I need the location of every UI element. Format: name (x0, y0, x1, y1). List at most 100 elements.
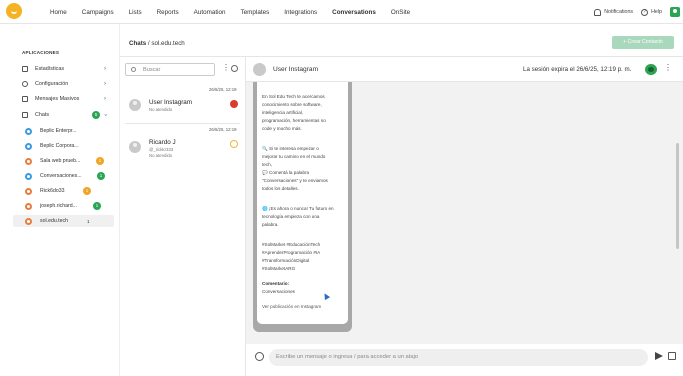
breadcrumb-section[interactable]: Chats (129, 40, 146, 47)
help-icon: ? (641, 8, 649, 16)
nav-integrations[interactable]: Integrations (284, 9, 317, 16)
channel-label: Conversaciones... (40, 173, 82, 179)
message-line: 🌐 ¡Es ahora o nunca! Tu futuro en (262, 206, 334, 211)
nav-onsite[interactable]: OnSite (391, 9, 410, 16)
message-line: 🔍 Si te interesa empezar o (262, 146, 319, 151)
create-contact-button[interactable]: + Crear Contacto (612, 36, 674, 49)
breadcrumb: Chats / sol.edu.tech (129, 40, 185, 47)
nav-lists[interactable]: Lists (129, 9, 142, 16)
instagram-icon (25, 157, 32, 165)
chevron-right-icon: › (104, 66, 106, 72)
clock-icon[interactable] (231, 65, 238, 72)
message-bubble: En Sol Edu Tech te acercamos conocimient… (257, 82, 348, 324)
chat-channel-item-selected[interactable]: sol.edu.tech 1 (13, 215, 114, 227)
chat-channel-item[interactable]: Rick6do33 1 (13, 185, 114, 197)
user-avatar[interactable] (670, 7, 680, 17)
channel-label: Rick6do33 (40, 188, 65, 194)
message-icon (22, 96, 28, 102)
message-line: tech, (262, 162, 272, 167)
message-line: #TransformaciónDigital (262, 258, 310, 263)
chat-header: User Instagram La sesión expira el 26/6/… (246, 57, 683, 82)
status-indicator-icon (230, 100, 238, 108)
sidebar-item-chats[interactable]: Chats 5 › (0, 108, 120, 122)
session-expiry: La sesión expira el 26/6/25, 12:19 p. m. (523, 66, 632, 73)
conversation-list-panel: Buscar ⋮ 26/6/25, 12:19 User Instagram N… (120, 57, 246, 376)
chat-channel-item[interactable]: Beplic Corpora... (13, 140, 114, 152)
more-options-icon[interactable]: ⋮ (222, 64, 230, 72)
notifications-link[interactable]: Notifications (594, 8, 634, 16)
breadcrumb-page: sol.edu.tech (151, 40, 185, 47)
send-icon[interactable] (655, 352, 663, 360)
chats-count-badge: 5 (92, 111, 100, 119)
nav-campaigns[interactable]: Campaigns (82, 9, 114, 16)
conversation-name: User Instagram (149, 99, 193, 106)
message-line: #AprenderProgramación #IA (262, 250, 321, 255)
chevron-down-icon: › (102, 114, 108, 116)
top-right-actions: Notifications ? Help (594, 0, 683, 24)
message-line: todos los detalles. (262, 186, 299, 191)
unread-count-badge: 1 (96, 157, 104, 165)
message-line: En Sol Edu Tech te acercamos (262, 94, 325, 99)
channel-label: Sala web prueb... (40, 158, 81, 164)
chat-channel-item[interactable]: Beplic Enterpr... (13, 125, 114, 137)
conversation-name: Ricardo J (149, 139, 176, 146)
search-input[interactable]: Buscar (125, 63, 215, 76)
bell-icon (594, 8, 602, 16)
message-line: conocimiento sobre software, (262, 102, 322, 107)
channel-icon (25, 142, 32, 150)
nav-home[interactable]: Home (50, 9, 67, 16)
chevron-right-icon: › (104, 81, 106, 87)
message-bubble-frame: En Sol Edu Tech te acercamos conocimient… (253, 82, 352, 332)
nav-conversations[interactable]: Conversations (332, 9, 376, 16)
channel-label: sol.edu.tech (40, 218, 68, 224)
instagram-icon (25, 202, 32, 210)
sidebar-item-label: Chats (35, 112, 50, 118)
channel-label: Beplic Corpora... (40, 143, 79, 149)
nav-templates[interactable]: Templates (241, 9, 270, 16)
sidebar-item-mensajes-masivos[interactable]: Mensajes Masivos › (0, 92, 120, 106)
nav-automation[interactable]: Automation (194, 9, 226, 16)
gear-icon (22, 81, 28, 87)
sidebar-item-estadisticas[interactable]: Estadísticas › (0, 62, 120, 76)
more-options-icon[interactable]: ⋮ (664, 64, 672, 72)
instagram-icon (25, 217, 32, 225)
message-line: mejorar tu camino en el mundo (262, 154, 326, 159)
help-link[interactable]: ? Help (641, 8, 662, 16)
conversation-item[interactable]: 26/6/25, 12:19 User Instagram No atendid… (120, 84, 245, 124)
brand-logo[interactable] (6, 3, 22, 19)
unread-count: 1 (87, 218, 90, 224)
emoji-icon[interactable] (255, 352, 264, 361)
avatar (129, 141, 141, 153)
comment-label: Comentario: (262, 281, 290, 286)
top-navbar: Home Campaigns Lists Reports Automation … (0, 0, 683, 24)
message-line: code y mucho más. (262, 126, 302, 131)
chat-scrollbar[interactable] (676, 143, 679, 249)
notifications-label: Notifications (604, 9, 634, 15)
chat-channel-item[interactable]: joseph.richard... 1 (13, 200, 114, 212)
avatar (129, 99, 141, 111)
help-label: Help (651, 9, 662, 15)
message-input-placeholder: Escribe un mensaje o ingresa / para acce… (276, 354, 419, 360)
message-line: tecnología empieza con una (262, 214, 320, 219)
search-placeholder: Buscar (143, 67, 161, 73)
sidebar-item-configuracion[interactable]: Configuración › (0, 77, 120, 91)
chat-channel-item[interactable]: Conversaciones... 1 (13, 170, 114, 182)
attachment-icon[interactable] (668, 352, 676, 360)
chat-channel-item[interactable]: Sala web prueb... 1 (13, 155, 114, 167)
main-nav: Home Campaigns Lists Reports Automation … (50, 0, 425, 24)
conversation-status-text: No atendido (149, 153, 173, 158)
message-line: #SolMarketARG (262, 266, 296, 271)
message-input[interactable]: Escribe un mensaje o ingresa / para acce… (269, 349, 648, 366)
chevron-right-icon: › (104, 96, 106, 102)
view-post-link[interactable]: Ver publicación en Instagram (262, 304, 321, 309)
chat-icon (22, 112, 28, 118)
nav-reports[interactable]: Reports (157, 9, 179, 16)
bot-toggle-icon[interactable] (645, 64, 657, 75)
message-line: inteligencia artificial, (262, 110, 304, 115)
message-line: palabra. (262, 222, 279, 227)
unread-count-badge: 1 (97, 172, 105, 180)
conversation-item[interactable]: 26/6/25, 12:19 Ricardo J @_rickkr333 No … (120, 124, 245, 169)
pending-clock-icon (230, 140, 238, 148)
channel-icon (25, 127, 32, 135)
message-line: #SolMarket #EducaciónTech (262, 242, 321, 247)
